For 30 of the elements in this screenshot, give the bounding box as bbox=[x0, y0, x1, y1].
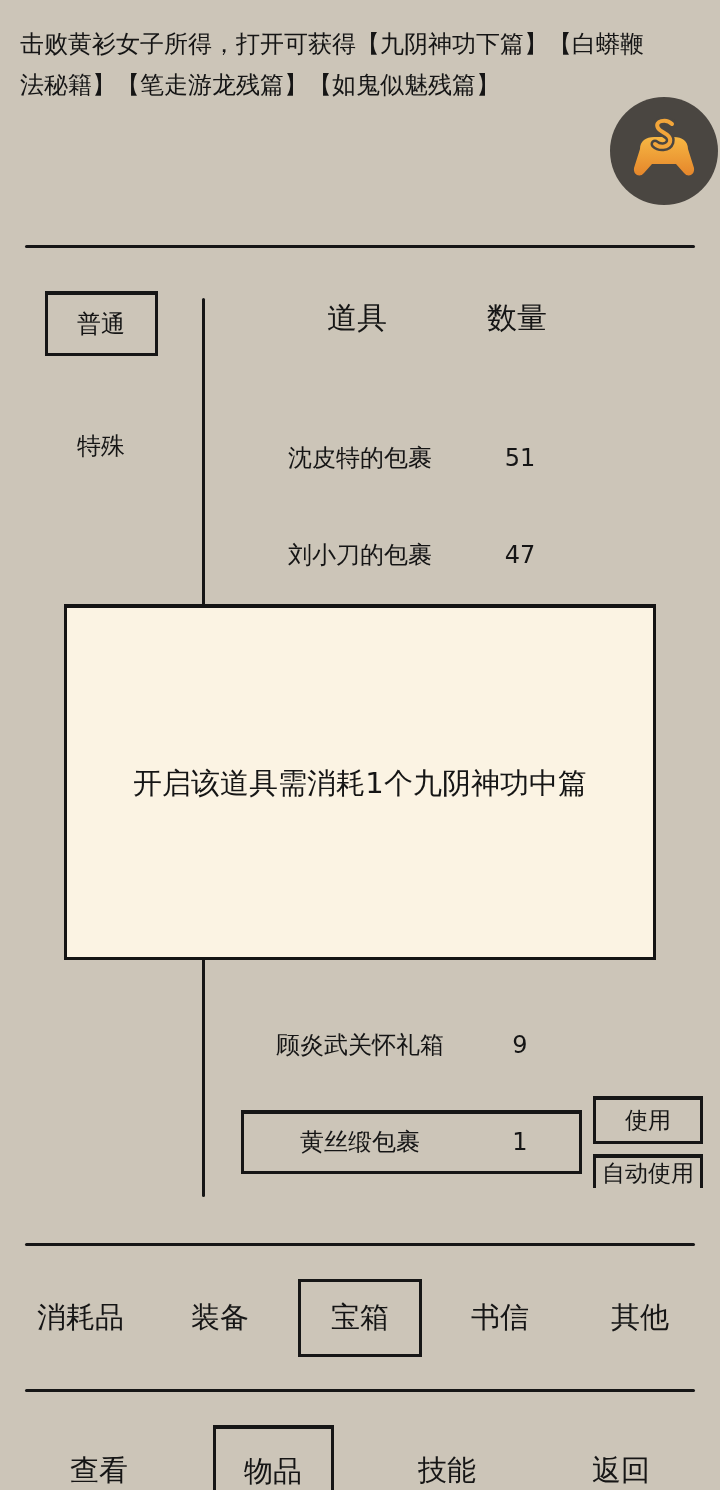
item-description: 击败黄衫女子所得，打开可获得【九阴神功下篇】【白蟒鞭法秘籍】【笔走游龙残篇】【如鬼似魅残篇】 bbox=[20, 29, 645, 101]
category-tab[interactable]: 宝箱 bbox=[298, 1278, 422, 1357]
item-count: 1 bbox=[511, 1127, 529, 1158]
side-tab[interactable]: 普通 bbox=[44, 291, 158, 356]
category-tab[interactable]: 装备 bbox=[158, 1278, 282, 1357]
action-button[interactable]: 使用 bbox=[593, 1095, 703, 1144]
item-count: 9 bbox=[511, 1029, 529, 1061]
item-row[interactable]: 顾炎武关怀礼箱 9 bbox=[241, 1012, 582, 1077]
nav-tab[interactable]: 物品 bbox=[212, 1425, 334, 1490]
nav-tab[interactable]: 返回 bbox=[560, 1425, 682, 1490]
item-row[interactable]: 沈皮特的包裹 51 bbox=[241, 425, 582, 490]
column-header: 道具 bbox=[326, 299, 388, 337]
gamepad-icon[interactable] bbox=[610, 97, 718, 205]
item-name: 黄丝缎包裹 bbox=[299, 1127, 421, 1158]
side-tab[interactable]: 特殊 bbox=[44, 413, 158, 478]
item-count: 51 bbox=[503, 442, 537, 474]
category-tab[interactable]: 书信 bbox=[438, 1278, 562, 1357]
item-row[interactable]: 刘小刀的包裹 47 bbox=[241, 522, 582, 587]
category-tab[interactable]: 消耗品 bbox=[18, 1278, 142, 1357]
item-count: 47 bbox=[503, 539, 537, 571]
column-header: 数量 bbox=[486, 299, 548, 337]
item-name: 顾炎武关怀礼箱 bbox=[275, 1029, 445, 1061]
item-name: 沈皮特的包裹 bbox=[287, 442, 433, 474]
nav-tab[interactable]: 技能 bbox=[386, 1425, 508, 1490]
item-name: 刘小刀的包裹 bbox=[287, 539, 433, 571]
dialog-message: 开启该道具需消耗1个九阴神功中篇 bbox=[133, 764, 587, 802]
category-tab[interactable]: 其他 bbox=[578, 1278, 702, 1357]
item-row[interactable]: 黄丝缎包裹 1 bbox=[241, 1109, 582, 1174]
nav-tab[interactable]: 查看 bbox=[38, 1425, 160, 1490]
action-button[interactable]: 自动使用 bbox=[593, 1153, 703, 1188]
